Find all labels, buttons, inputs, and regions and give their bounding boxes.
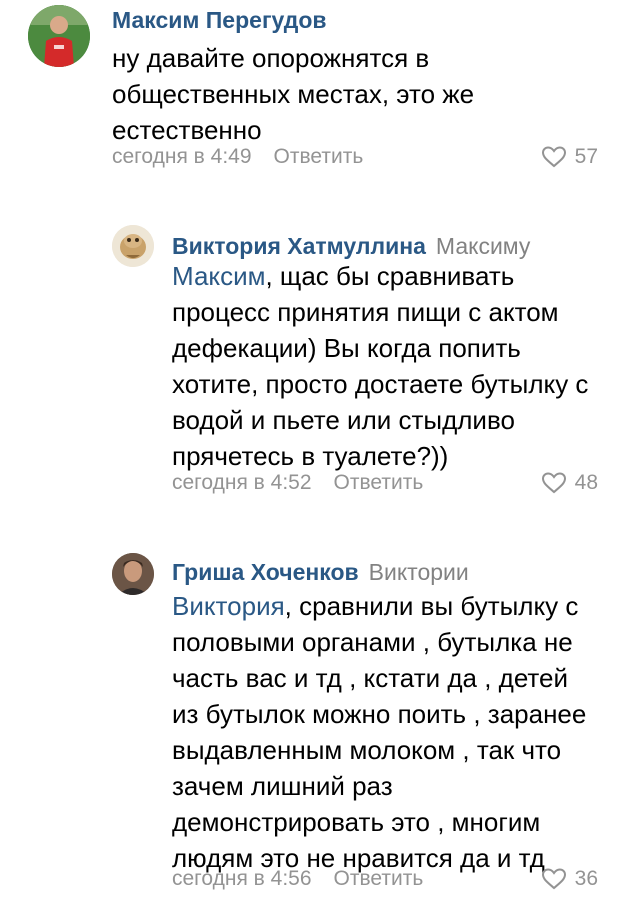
text-line: хотите, просто достаете бутылку с [172,369,589,399]
timestamp: сегодня в 4:56 [172,867,312,890]
heart-icon [541,472,566,494]
text-line: Виктория, сравнили вы бутылку с [172,591,579,621]
comment-text: Виктория, сравнили вы бутылку с половыми… [172,588,586,876]
reply-button[interactable]: Ответить [274,145,364,168]
author-name[interactable]: Гриша Хоченков [172,559,359,585]
timestamp: сегодня в 4:49 [112,145,252,168]
avatar[interactable] [112,225,154,267]
text-line: из бутылок можно поить , заранее [172,699,587,729]
text-line: часть вас и тд , кстати да , детей [172,663,569,693]
comment-text: Максим, щас бы сравнивать процесс принят… [172,258,588,474]
text-line: общественных местах, это же [112,79,475,109]
comment-header: Максим Перегудов [112,6,327,34]
avatar[interactable] [28,5,90,67]
comment-1: Максим Перегудов ну давайте опорожнятся … [0,0,626,190]
text-line: демонстрировать это , многим [172,807,541,837]
like-count: 57 [574,145,598,168]
text-line: Максим, щас бы сравнивать [172,261,515,291]
comment-header: Гриша Хоченков Виктории [172,558,469,586]
text-line: водой и пьете или стыдливо [172,405,515,435]
author-name[interactable]: Виктория Хатмуллина [172,233,426,259]
text-line: выдавленным молоком , так что [172,735,562,765]
like-count: 48 [574,471,598,494]
comment-footer: сегодня в 4:49 Ответить [112,144,363,170]
author-name[interactable]: Максим Перегудов [112,7,327,33]
mention-link[interactable]: Виктория [172,591,285,621]
timestamp: сегодня в 4:52 [172,471,312,494]
user-avatar-cartoon-icon [112,225,154,267]
text-line: зачем лишний раз [172,771,393,801]
text-line: половыми органами , бутылка не [172,627,573,657]
text-line: дефекации) Вы когда попить [172,333,521,363]
mention-link[interactable]: Максим [172,261,265,291]
text-line: прячетесь в туалете?)) [172,441,449,471]
comment-text: ну давайте опорожнятся в общественных ме… [112,40,474,148]
user-avatar-photo-icon [112,553,154,595]
text-line: процесс принятия пищи с актом [172,297,559,327]
user-avatar-red-shirt-icon [28,5,90,67]
comment-footer: сегодня в 4:52 Ответить [172,470,423,496]
like-button[interactable]: 57 [541,144,598,170]
like-button[interactable]: 48 [541,470,598,496]
comment-footer: сегодня в 4:56 Ответить [172,866,423,892]
heart-icon [541,868,566,890]
reply-to-label[interactable]: Максиму [436,233,530,259]
like-count: 36 [574,867,598,890]
avatar[interactable] [112,553,154,595]
text-line: естественно [112,115,262,145]
reply-button[interactable]: Ответить [334,471,424,494]
like-button[interactable]: 36 [541,866,598,892]
reply-to-label[interactable]: Виктории [369,559,469,585]
reply-button[interactable]: Ответить [334,867,424,890]
comment-header: Виктория Хатмуллина Максиму [172,232,530,260]
heart-icon [541,146,566,168]
text-line: ну давайте опорожнятся в [112,43,430,73]
